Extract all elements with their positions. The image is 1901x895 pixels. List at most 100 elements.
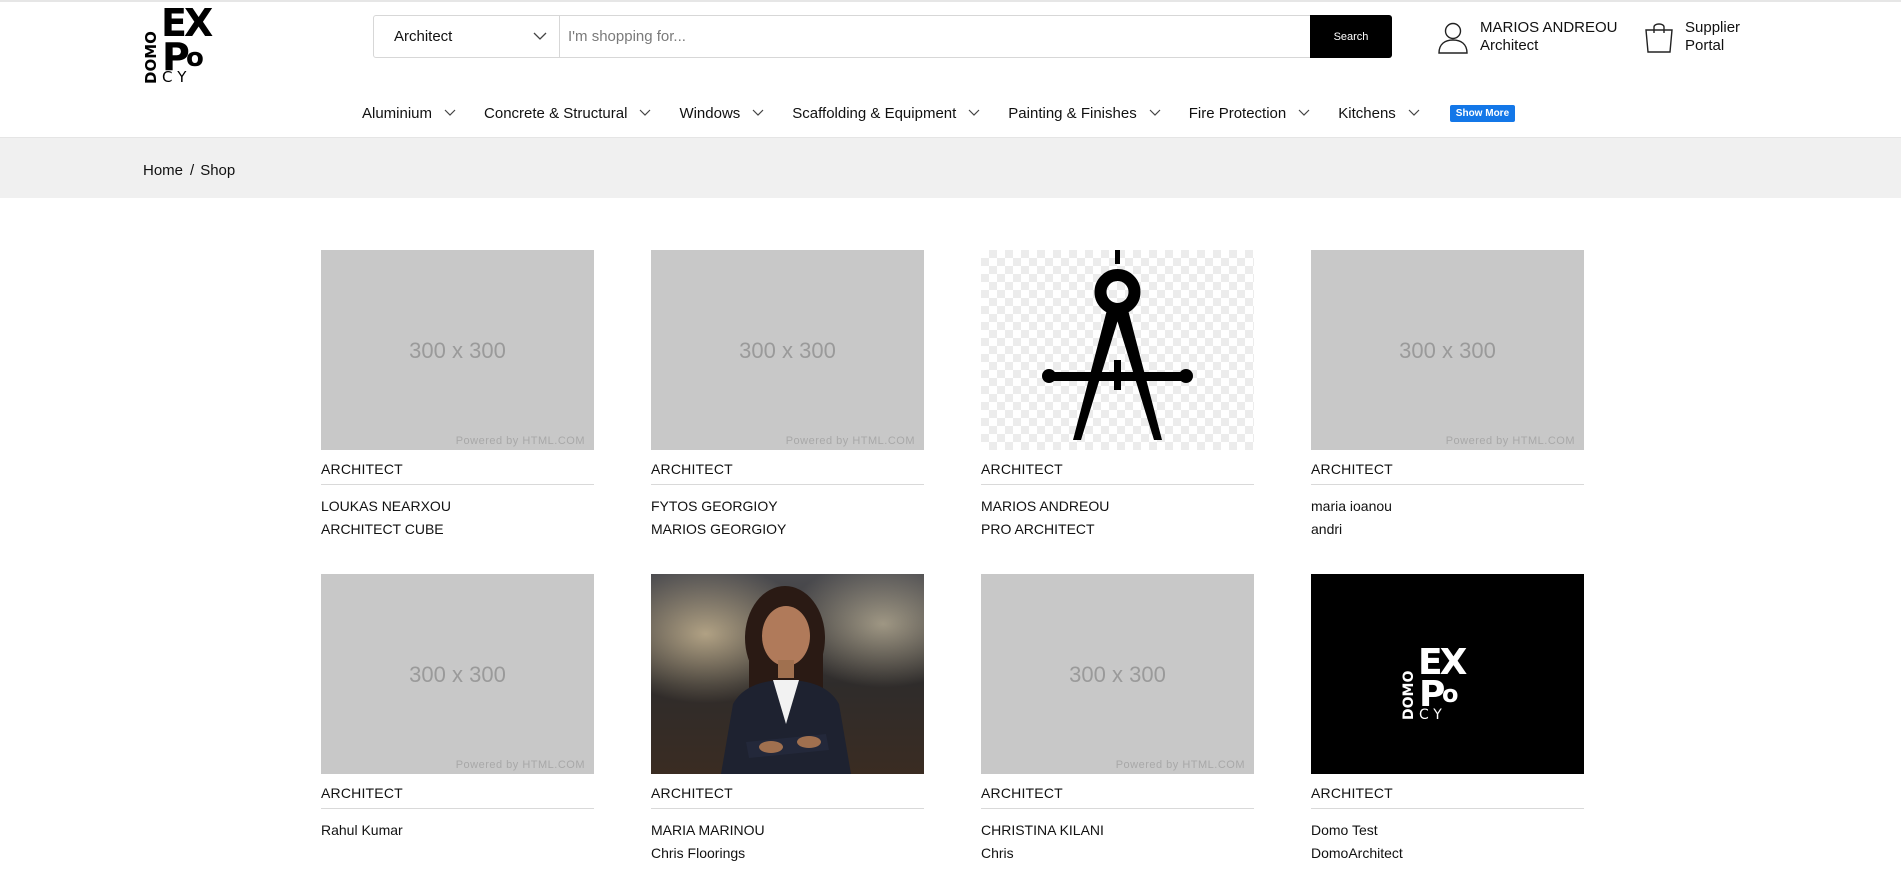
nav-item-kitchens[interactable]: Kitchens <box>1338 105 1420 122</box>
nav-item-label: Fire Protection <box>1188 104 1287 122</box>
chevron-down-icon <box>533 32 547 40</box>
nav-item-scaffolding-equipment[interactable]: Scaffolding & Equipment <box>792 105 980 122</box>
product-title[interactable]: MARIA MARINOU <box>651 822 924 838</box>
svg-text:C Y: C Y <box>162 68 187 86</box>
nav-item-label: Kitchens <box>1338 104 1396 122</box>
nav-item-concrete-structural[interactable]: Concrete & Structural <box>484 105 651 122</box>
breadcrumb: Home / Shop <box>143 162 235 179</box>
product-title[interactable]: FYTOS GEORGIOY <box>651 498 924 514</box>
placeholder-dimensions: 300 x 300 <box>1069 662 1166 687</box>
svg-text:C Y: C Y <box>1419 707 1442 723</box>
placeholder-powered-by: Powered by HTML.COM <box>1115 759 1245 771</box>
placeholder-dimensions: 300 x 300 <box>409 338 506 363</box>
product-subtitle: Chris <box>981 845 1014 861</box>
portrait-photo[interactable] <box>651 574 924 774</box>
placeholder-image[interactable]: 300 x 300 Powered by HTML.COM <box>981 574 1254 774</box>
product-category: ARCHITECT <box>651 785 924 809</box>
nav-item-label: Windows <box>679 104 741 122</box>
placeholder-powered-by: Powered by HTML.COM <box>455 435 585 447</box>
placeholder-powered-by: Powered by HTML.COM <box>1445 435 1575 447</box>
placeholder-dimensions: 300 x 300 <box>409 662 506 687</box>
shopping-bag-icon <box>1645 23 1673 53</box>
chevron-down-icon <box>1298 109 1310 116</box>
placeholder-powered-by: Powered by HTML.COM <box>455 759 585 771</box>
nav-item-windows[interactable]: Windows <box>679 105 764 122</box>
product-card[interactable]: DOMO EX P o C Y ARCHITECT Domo Test Domo… <box>1311 574 1584 861</box>
chevron-down-icon <box>752 109 764 116</box>
placeholder-dimensions: 300 x 300 <box>1399 338 1496 363</box>
product-subtitle: DomoArchitect <box>1311 845 1403 861</box>
product-card[interactable]: 300 x 300 Powered by HTML.COM ARCHITECT … <box>981 574 1254 861</box>
search-input[interactable] <box>560 16 1310 57</box>
placeholder-dimensions: 300 x 300 <box>739 338 836 363</box>
product-category: ARCHITECT <box>321 785 594 809</box>
chevron-down-icon <box>1408 109 1420 116</box>
product-subtitle: andri <box>1311 521 1343 537</box>
placeholder-image[interactable]: 300 x 300 Powered by HTML.COM <box>321 574 594 774</box>
product-card[interactable]: 300 x 300 Powered by HTML.COM ARCHITECT … <box>651 250 924 537</box>
chevron-down-icon <box>444 109 456 116</box>
placeholder-image[interactable]: 300 x 300 Powered by HTML.COM <box>321 250 594 450</box>
breadcrumb-home[interactable]: Home <box>143 162 183 179</box>
supplier-portal-link[interactable]: Supplier Portal <box>1643 19 1740 55</box>
supplier-label-1: Supplier <box>1685 19 1741 36</box>
product-title[interactable]: CHRISTINA KILANI <box>981 822 1254 838</box>
product-image[interactable] <box>981 250 1254 450</box>
svg-text:DOMO: DOMO <box>145 31 160 84</box>
product-title[interactable]: MARIOS ANDREOU <box>981 498 1254 514</box>
product-title[interactable]: Domo Test <box>1311 822 1584 838</box>
nav-item-fire-protection[interactable]: Fire Protection <box>1189 105 1311 122</box>
product-card[interactable]: ARCHITECT MARIA MARINOU Chris Floorings <box>651 574 924 861</box>
account-link[interactable]: MARIOS ANDREOU Architect <box>1436 19 1618 55</box>
nav-item-label: Aluminium <box>362 104 433 122</box>
person-silhouette <box>721 586 851 774</box>
product-subtitle: MARIOS GEORGIOY <box>651 521 787 537</box>
placeholder-image[interactable]: 300 x 300 Powered by HTML.COM <box>1311 250 1584 450</box>
breadcrumb-separator: / <box>190 162 195 179</box>
product-card[interactable]: 300 x 300 Powered by HTML.COM ARCHITECT … <box>321 574 594 845</box>
category-nav: Aluminium Concrete & Structural Windows … <box>362 101 1516 125</box>
svg-text:o: o <box>1442 680 1459 708</box>
nav-item-painting-finishes[interactable]: Painting & Finishes <box>1008 104 1161 122</box>
product-image[interactable]: DOMO EX P o C Y <box>1311 574 1584 774</box>
domo-expo-logo: DOMO EX P o C Y <box>1401 642 1471 723</box>
product-card[interactable]: 300 x 300 Powered by HTML.COM ARCHITECT … <box>321 250 594 537</box>
placeholder-image[interactable]: 300 x 300 Powered by HTML.COM <box>651 250 924 450</box>
chevron-down-icon <box>1149 109 1161 116</box>
placeholder-powered-by: Powered by HTML.COM <box>785 435 915 447</box>
product-subtitle: ARCHITECT CUBE <box>321 521 444 537</box>
product-title[interactable]: maria ioanou <box>1311 498 1584 514</box>
category-select[interactable]: Architect <box>374 16 560 57</box>
svg-text:o: o <box>186 43 204 73</box>
nav-item-label: Painting & Finishes <box>1008 104 1137 122</box>
svg-text:DOMO: DOMO <box>1401 671 1417 720</box>
search-bar: Architect Search <box>373 15 1392 58</box>
chevron-down-icon <box>640 109 651 116</box>
user-icon <box>1438 22 1468 54</box>
product-category: ARCHITECT <box>981 461 1254 485</box>
product-category: ARCHITECT <box>651 461 924 485</box>
chevron-down-icon <box>968 109 980 116</box>
product-category: ARCHITECT <box>1311 785 1584 809</box>
breadcrumb-current: Shop <box>200 162 236 179</box>
nav-item-label: Scaffolding & Equipment <box>792 104 957 122</box>
show-more-button[interactable]: Show More <box>1449 104 1516 122</box>
product-title[interactable]: LOUKAS NEARXOU <box>321 498 594 514</box>
product-subtitle: Chris Floorings <box>651 845 746 861</box>
breadcrumb-bar <box>0 138 1901 198</box>
account-name: MARIOS ANDREOU <box>1480 19 1618 36</box>
category-select-label: Architect <box>394 28 453 45</box>
product-title[interactable]: Rahul Kumar <box>321 822 594 838</box>
nav-item-label: Concrete & Structural <box>484 104 628 122</box>
search-button[interactable]: Search <box>1310 15 1392 58</box>
nav-item-aluminium[interactable]: Aluminium <box>362 105 456 122</box>
product-category: ARCHITECT <box>981 785 1254 809</box>
domo-expo-logo[interactable]: DOMO EX P o C Y <box>145 0 233 86</box>
product-category: ARCHITECT <box>1311 461 1584 485</box>
account-role: Architect <box>1480 37 1539 54</box>
product-card[interactable]: 300 x 300 Powered by HTML.COM ARCHITECT … <box>1311 250 1584 537</box>
product-card[interactable]: ARCHITECT MARIOS ANDREOU PRO ARCHITECT <box>981 250 1254 537</box>
drafting-compass-icon <box>1042 250 1193 440</box>
product-category: ARCHITECT <box>321 461 594 485</box>
supplier-label-2: Portal <box>1685 37 1725 54</box>
